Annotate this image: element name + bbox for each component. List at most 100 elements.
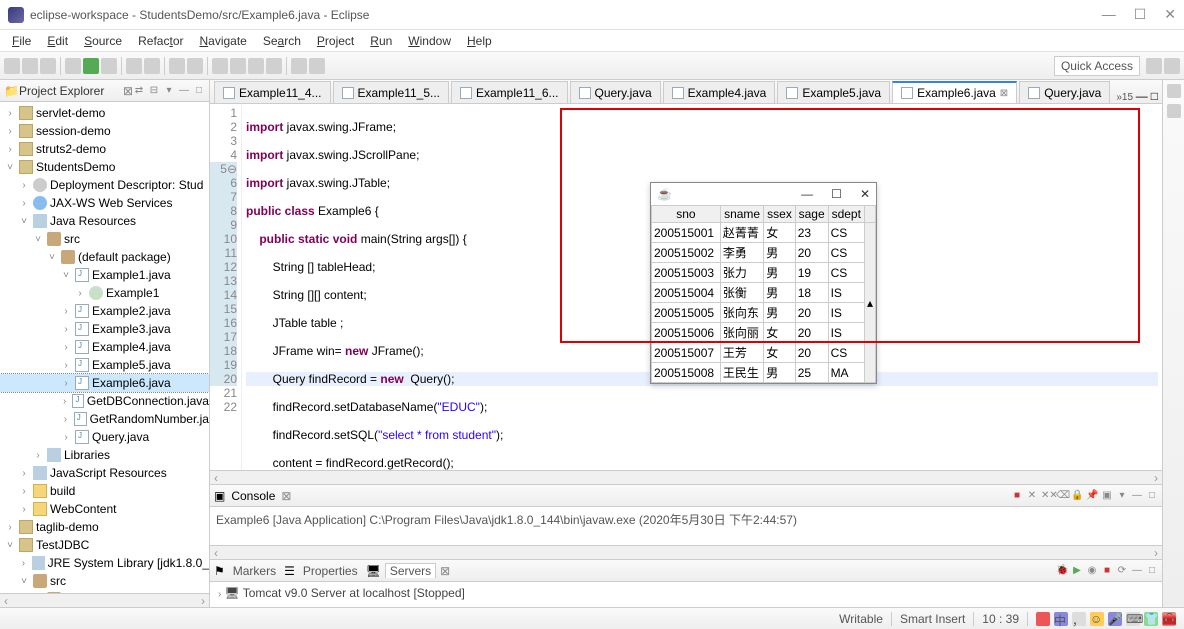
tray-skin-icon[interactable]: 👕 <box>1144 612 1158 626</box>
tray-punct-icon[interactable]: ， <box>1072 612 1086 626</box>
swing-maximize-icon[interactable]: ☐ <box>831 187 842 201</box>
tab-markers[interactable]: Markers <box>229 564 280 578</box>
menu-project[interactable]: Project <box>309 32 362 50</box>
tree-project-students[interactable]: ˅StudentsDemo <box>0 158 209 176</box>
clear-console-icon[interactable]: ⌫ <box>1056 490 1068 502</box>
remove-all-icon[interactable]: ✕✕ <box>1041 490 1053 502</box>
console-tab[interactable]: Console <box>225 489 281 503</box>
server-publish-icon[interactable]: ⟳ <box>1116 565 1128 577</box>
servers-tab-close-icon[interactable]: ⊠ <box>440 564 450 578</box>
project-tree[interactable]: ›servlet-demo ›session-demo ›struts2-dem… <box>0 102 209 593</box>
tree-project-session[interactable]: ›session-demo <box>0 122 209 140</box>
swing-close-icon[interactable]: ✕ <box>860 187 870 201</box>
tab-query2[interactable]: Query.java <box>1019 81 1110 103</box>
servers-max-icon[interactable]: □ <box>1146 565 1158 577</box>
servers-min-icon[interactable]: — <box>1131 565 1143 577</box>
console-min-icon[interactable]: — <box>1131 490 1143 502</box>
tab-example4[interactable]: Example4.java <box>663 81 776 103</box>
tree-project-testjdbc[interactable]: ˅TestJDBC <box>0 536 209 554</box>
quick-access[interactable]: Quick Access <box>1054 56 1140 76</box>
menu-refactor[interactable]: Refactor <box>130 32 191 50</box>
tree-example6-java[interactable]: ›Example6.java <box>0 374 209 392</box>
tab-servers[interactable]: Servers <box>385 563 436 578</box>
tab-example11-6[interactable]: Example11_6... <box>451 81 568 103</box>
server-expand-icon[interactable]: › <box>218 589 221 600</box>
menu-window[interactable]: Window <box>400 32 459 50</box>
tree-webcontent[interactable]: ›WebContent <box>0 500 209 518</box>
remove-launch-icon[interactable]: ✕ <box>1026 490 1038 502</box>
console-output[interactable]: Example6 [Java Application] C:\Program F… <box>210 507 1162 545</box>
tb-icon-d[interactable] <box>266 58 282 74</box>
tabs-overflow[interactable]: »15 <box>1116 92 1133 103</box>
tree-src2[interactable]: ˅src <box>0 572 209 590</box>
tab-query[interactable]: Query.java <box>570 81 661 103</box>
collapse-all-icon[interactable]: ⊟ <box>148 85 160 97</box>
tree-example1-class[interactable]: ›Example1 <box>0 284 209 302</box>
menu-search[interactable]: Search <box>255 32 309 50</box>
tb-icon-a[interactable] <box>212 58 228 74</box>
tab-properties[interactable]: Properties <box>299 564 362 578</box>
tb-icon-b[interactable] <box>230 58 246 74</box>
debug-icon[interactable] <box>65 58 81 74</box>
open-type-icon[interactable] <box>169 58 185 74</box>
tab-close-icon[interactable]: ⊠ <box>1000 88 1008 99</box>
search-icon[interactable] <box>187 58 203 74</box>
tray-mic-icon[interactable]: 🎤 <box>1108 612 1122 626</box>
minimize-icon[interactable]: — <box>1102 6 1116 23</box>
server-debug-icon[interactable]: 🐞 <box>1056 565 1068 577</box>
swing-minimize-icon[interactable]: — <box>801 187 813 201</box>
tab-example11-4[interactable]: Example11_4... <box>214 81 331 103</box>
tree-libraries[interactable]: ›Libraries <box>0 446 209 464</box>
editor-min-icon[interactable]: — <box>1136 89 1148 103</box>
server-profile-icon[interactable]: ◉ <box>1086 565 1098 577</box>
tree-project-taglib[interactable]: ›taglib-demo <box>0 518 209 536</box>
tree-hscroll[interactable]: ‹› <box>0 593 209 607</box>
tree-build[interactable]: ›build <box>0 482 209 500</box>
back-icon[interactable] <box>291 58 307 74</box>
menu-run[interactable]: Run <box>362 32 400 50</box>
close-icon[interactable]: ✕ <box>1164 6 1176 23</box>
perspective-java-icon[interactable] <box>1164 58 1180 74</box>
tree-src[interactable]: ˅src <box>0 230 209 248</box>
menu-source[interactable]: Source <box>76 32 130 50</box>
tray-emoji-icon[interactable]: ☺ <box>1090 612 1104 626</box>
tray-toolbox-icon[interactable]: 🧰 <box>1162 612 1176 626</box>
minimize-view-icon[interactable]: — <box>178 85 190 97</box>
tree-getrandom-java[interactable]: ›GetRandomNumber.ja <box>0 410 209 428</box>
menu-file[interactable]: File <box>4 32 39 50</box>
server-start-icon[interactable]: ▶ <box>1071 565 1083 577</box>
maximize-view-icon[interactable]: □ <box>193 85 205 97</box>
tree-default-pkg[interactable]: ˅(default package) <box>0 248 209 266</box>
view-menu-icon[interactable]: ▾ <box>163 85 175 97</box>
outline-view-icon[interactable] <box>1167 84 1181 98</box>
swing-output-window[interactable]: ☕ — ☐ ✕ snosnamessexsagesdept 200515001赵… <box>650 182 877 384</box>
terminate-icon[interactable]: ■ <box>1011 490 1023 502</box>
menu-navigate[interactable]: Navigate <box>191 32 254 50</box>
menu-help[interactable]: Help <box>459 32 500 50</box>
tree-js-resources[interactable]: ›JavaScript Resources <box>0 464 209 482</box>
link-editor-icon[interactable]: ⇄ <box>133 85 145 97</box>
tb-icon-c[interactable] <box>248 58 264 74</box>
server-stop-icon[interactable]: ■ <box>1101 565 1113 577</box>
tree-example3-java[interactable]: ›Example3.java <box>0 320 209 338</box>
maximize-icon[interactable]: ☐ <box>1134 6 1147 23</box>
perspective-jee-icon[interactable] <box>1146 58 1162 74</box>
tab-example5[interactable]: Example5.java <box>777 81 890 103</box>
tray-sogou-icon[interactable] <box>1036 612 1050 626</box>
code-editor[interactable]: 1234 5⊖6789 1011121314 1516171819 202122… <box>210 104 1162 470</box>
save-all-icon[interactable] <box>40 58 56 74</box>
swing-jtable[interactable]: snosnamessexsagesdept 200515001赵菁菁女23CS▴… <box>651 205 876 383</box>
save-icon[interactable] <box>22 58 38 74</box>
new-icon[interactable] <box>4 58 20 74</box>
tray-ime-icon[interactable]: 中 <box>1054 612 1068 626</box>
tree-query-java[interactable]: ›Query.java <box>0 428 209 446</box>
console-max-icon[interactable]: □ <box>1146 490 1158 502</box>
tree-project-struts2[interactable]: ›struts2-demo <box>0 140 209 158</box>
new-package-icon[interactable] <box>144 58 160 74</box>
new-server-icon[interactable] <box>126 58 142 74</box>
open-console-icon[interactable]: ▾ <box>1116 490 1128 502</box>
display-console-icon[interactable]: ▣ <box>1101 490 1113 502</box>
tree-example1-java[interactable]: ˅Example1.java <box>0 266 209 284</box>
tray-keyboard-icon[interactable]: ⌨ <box>1126 612 1140 626</box>
tree-getdbconn-java[interactable]: ›GetDBConnection.java <box>0 392 209 410</box>
